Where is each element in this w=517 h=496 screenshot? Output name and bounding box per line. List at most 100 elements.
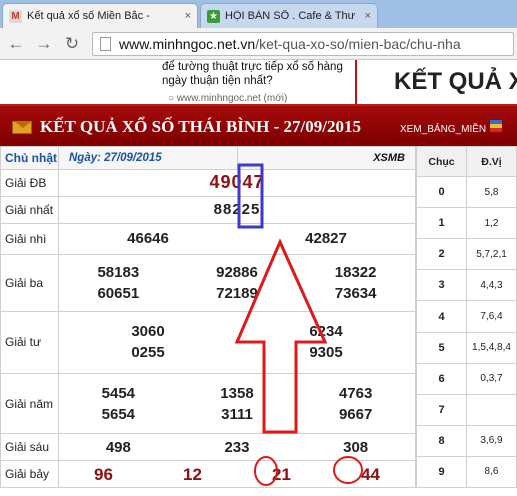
loto-tails: 5,7,2,1 — [466, 238, 517, 271]
special-prize-number: 49047 — [58, 168, 416, 197]
loto-table: Chục Đ.Vị 0 5,8 1 1,2 2 5,7,2,1 3 4,4,3 4 7,6… — [416, 145, 517, 489]
prize-number: 73634 — [334, 284, 377, 302]
favicon-icon: M — [9, 9, 22, 23]
tab-title: HỘI BÀN SỐ . Cafe & Thư — [225, 10, 356, 22]
loto-digit: 4 — [416, 300, 467, 333]
tab-ket-qua[interactable]: M Kết quả xổ số Miền Bắc - × — [2, 3, 198, 28]
prize-label: Giải sáu — [0, 433, 59, 461]
loto-row: 6 0,3,7 — [416, 362, 517, 395]
loto-tails — [466, 393, 517, 426]
first-prize-number: 88225 — [58, 195, 416, 224]
loto-tails: 5,8 — [466, 176, 517, 209]
prize-number: 46646 — [127, 230, 169, 248]
loto-digit: 3 — [416, 269, 467, 302]
panel-title: KẾT QUẢ XỔ SỐ THÁI BÌNH - 27/09/2015 — [40, 117, 362, 136]
table-header-row: Chủ nhật Ngày: 27/09/2015 XSMB — [0, 146, 416, 170]
close-tab-icon[interactable]: × — [365, 10, 371, 22]
loto-digit: 0 — [416, 176, 467, 209]
tab-hoi-ban-so[interactable]: ★ HỘI BÀN SỐ . Cafe & Thư × — [200, 3, 378, 28]
loto-row: 1 1,2 — [416, 207, 517, 240]
prize-number: 308 — [343, 438, 369, 456]
prize-number: 1358 — [220, 384, 254, 402]
loto-row: 0 5,8 — [416, 176, 517, 209]
prize-number: 9667 — [338, 405, 373, 423]
mail-icon — [12, 121, 32, 134]
loto-digit: 6 — [416, 362, 467, 395]
prize-row-sau: Giải sáu 498 233 308 — [0, 433, 416, 461]
loto-digit: 7 — [416, 393, 467, 426]
prize-row-nam: Giải năm 5454 1358 4763 5654 3111 9667 — [0, 372, 416, 435]
prize-label: Giải năm — [0, 372, 59, 435]
prize-number: 72189 — [216, 284, 258, 302]
region-label: XSMB — [236, 146, 416, 170]
url-host: www.minhngoc.net.vn — [119, 36, 256, 52]
prize-number: 9305 — [309, 344, 343, 362]
divider — [355, 60, 357, 104]
prize-row-nhi: Giải nhì 46646 42827 — [0, 222, 416, 255]
prize-row-tu: Giải tư 3060 6234 0255 9305 — [0, 310, 416, 374]
loto-head-column: Chục — [416, 145, 467, 178]
loto-digit: 9 — [416, 455, 467, 489]
loto-tails: 8,6 — [466, 455, 517, 489]
prize-number: 18322 — [334, 263, 377, 281]
prize-number: 3111 — [221, 405, 253, 423]
tab-bar: M Kết quả xổ số Miền Bắc - × ★ HỘI BÀN S… — [0, 0, 517, 28]
address-bar[interactable]: www.minhngoc.net.vn/ket-qua-xo-so/mien-b… — [92, 32, 514, 56]
loto-digit: 5 — [416, 331, 467, 364]
prize-number: 60651 — [97, 284, 140, 302]
close-tab-icon[interactable]: × — [185, 10, 191, 22]
loto-tails: 0,3,7 — [466, 362, 517, 395]
loto-tails: 4,4,3 — [466, 269, 517, 302]
loto-digit: 8 — [416, 424, 467, 457]
promo-text: để tường thuật trực tiếp xổ số hàng ngày… — [162, 61, 343, 87]
prize-label: Giải bảy — [0, 460, 59, 488]
loto-digit: 1 — [416, 207, 467, 240]
browser-toolbar: ← → ↻ www.minhngoc.net.vn/ket-qua-xo-so/… — [0, 28, 517, 60]
prize-number: 498 — [105, 438, 131, 456]
prize-label: Giải ĐB — [0, 168, 59, 197]
loto-row: 8 3,6,9 — [416, 424, 517, 457]
loto-tails: 7,6,4 — [466, 300, 517, 333]
loto-row: 4 7,6,4 — [416, 300, 517, 333]
prize-row-bay: Giải bảy 96 12 21 44 — [0, 460, 416, 488]
loto-tails: 3,6,9 — [466, 424, 517, 457]
loto-row: 2 5,7,2,1 — [416, 238, 517, 271]
prize-number: 96 — [94, 464, 113, 484]
prize-number: 5454 — [101, 384, 136, 402]
reload-icon[interactable]: ↻ — [60, 32, 84, 56]
prize-number: 3060 — [131, 323, 165, 341]
prize-number: 0255 — [131, 344, 165, 362]
back-icon[interactable]: ← — [4, 32, 28, 56]
prize-label: Giải tư — [0, 310, 59, 374]
flag-icon — [490, 120, 502, 132]
date-label: Ngày: 27/09/2015 — [58, 146, 238, 170]
prize-number: 233 — [224, 438, 250, 456]
prize-number: 5654 — [101, 405, 136, 423]
prize-label: Giải ba — [0, 253, 59, 312]
prize-number: 6234 — [309, 323, 343, 341]
prize-row-nhat: Giải nhất 88225 — [0, 195, 416, 224]
loto-row: 5 1,5,4,8,4 — [416, 331, 517, 364]
url-path: /ket-qua-xo-so/mien-bac/chu-nha — [255, 36, 461, 52]
page-heading: KẾT QUẢ X — [394, 68, 517, 95]
view-region-table-link[interactable]: XEM_BẢNG_MIỀN — [400, 124, 486, 135]
loto-tails: 1,5,4,8,4 — [466, 331, 517, 364]
loto-row: 7 — [416, 393, 517, 426]
prize-row-ba: Giải ba 58183 92886 18322 60651 72189 73… — [0, 253, 416, 312]
results-table: Chủ nhật Ngày: 27/09/2015 XSMB Giải ĐB 4… — [0, 146, 416, 488]
forward-icon[interactable]: → — [32, 32, 56, 56]
loto-header-row: Chục Đ.Vị — [416, 145, 517, 178]
loto-row: 3 4,4,3 — [416, 269, 517, 302]
prize-number: 58183 — [97, 263, 140, 281]
loto-row: 9 8,6 — [416, 455, 517, 489]
prize-row-db: Giải ĐB 49047 — [0, 168, 416, 197]
promo-link[interactable]: ○ www.minhngoc.net (mới) — [168, 93, 287, 104]
favicon-icon: ★ — [207, 9, 220, 23]
prize-number: 92886 — [216, 263, 258, 281]
prize-number: 42827 — [305, 230, 347, 248]
loto-digit: 2 — [416, 238, 467, 271]
page-icon — [100, 37, 111, 51]
tab-title: Kết quả xổ số Miền Bắc - — [27, 10, 150, 22]
prize-number: 12 — [183, 464, 202, 484]
result-panel-header: KẾT QUẢ XỔ SỐ THÁI BÌNH - 27/09/2015 XEM… — [0, 104, 517, 146]
